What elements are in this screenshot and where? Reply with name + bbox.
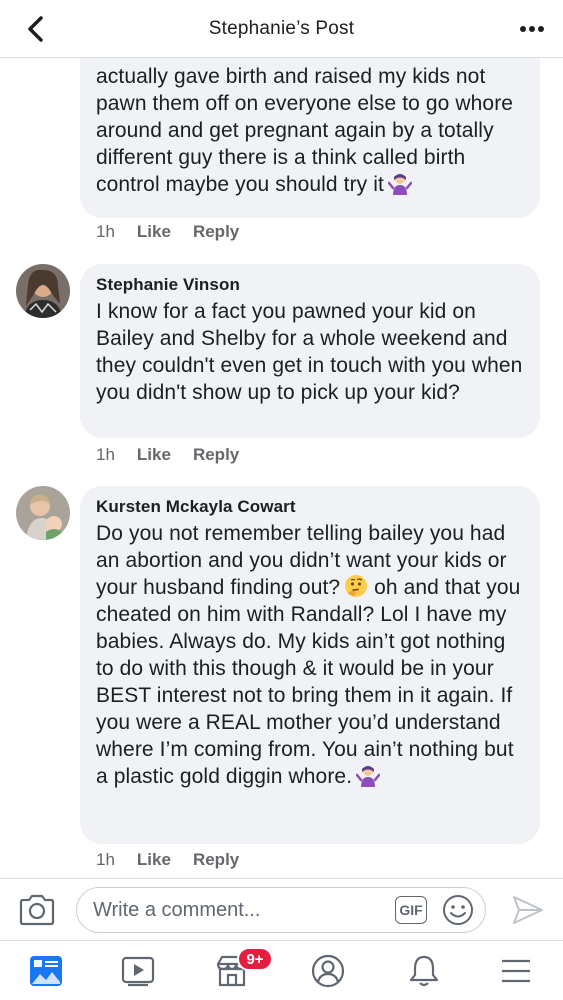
tab-news-feed[interactable] <box>26 951 66 991</box>
comment-timestamp: 1h <box>96 445 115 464</box>
camera-icon <box>19 894 55 926</box>
like-button[interactable]: Like <box>137 222 171 242</box>
person-shrugging-emoji <box>387 174 412 195</box>
reply-button[interactable]: Reply <box>193 850 239 870</box>
tab-watch[interactable] <box>118 951 158 991</box>
send-button[interactable] <box>511 893 545 927</box>
page-title: Stephanie’s Post <box>208 17 355 39</box>
avatar[interactable] <box>16 486 70 540</box>
comment-text: Do you not remember telling bailey you h… <box>96 522 521 788</box>
news-feed-icon <box>30 956 62 986</box>
comment-actions: 1h Like Reply <box>96 445 239 465</box>
comment-composer: GIF <box>0 878 563 940</box>
tab-profile[interactable] <box>308 951 348 991</box>
profile-icon <box>311 954 345 988</box>
comment-author[interactable]: Stephanie Vinson <box>96 274 524 296</box>
more-options-button[interactable] <box>515 12 549 46</box>
comment-bubble[interactable]: Stephanie Vinson I know for a fact you p… <box>80 264 540 438</box>
chevron-left-icon <box>28 16 43 42</box>
comment-author[interactable]: Kursten Mckayla Cowart <box>96 496 524 518</box>
comment-timestamp: 1h <box>96 850 115 869</box>
comments-list: actually gave birth and raised my kids n… <box>0 58 563 878</box>
tab-menu[interactable] <box>496 951 536 991</box>
comment-input[interactable] <box>93 898 383 922</box>
comment-timestamp: 1h <box>96 222 115 241</box>
reply-button[interactable]: Reply <box>193 445 239 465</box>
comment-actions: 1h Like Reply <box>96 222 239 242</box>
comment-text: actually gave birth and raised my kids n… <box>96 65 514 196</box>
like-button[interactable]: Like <box>137 850 171 870</box>
comment-input-box[interactable]: GIF <box>76 887 486 933</box>
smiley-icon <box>443 895 473 925</box>
top-bar: Stephanie’s Post <box>0 0 563 58</box>
bottom-tab-bar: 9+ <box>0 940 563 1000</box>
profile-photo <box>16 264 70 318</box>
like-button[interactable]: Like <box>137 445 171 465</box>
back-button[interactable] <box>18 12 52 46</box>
send-icon <box>513 896 543 924</box>
comment-bubble[interactable]: Kursten Mckayla Cowart Do you not rememb… <box>80 486 540 844</box>
notification-badge: 9+ <box>237 947 273 971</box>
bell-icon <box>409 955 439 987</box>
more-dots-icon <box>520 26 544 32</box>
hamburger-menu-icon <box>502 959 530 983</box>
camera-button[interactable] <box>18 893 56 927</box>
video-play-icon <box>121 956 155 987</box>
profile-photo <box>16 486 70 540</box>
comment-actions: 1h Like Reply <box>96 850 239 870</box>
comment-bubble[interactable]: actually gave birth and raised my kids n… <box>80 58 540 218</box>
person-shrugging-emoji <box>356 766 381 787</box>
tab-notifications[interactable] <box>404 951 444 991</box>
reply-button[interactable]: Reply <box>193 222 239 242</box>
avatar[interactable] <box>16 264 70 318</box>
emoji-button[interactable] <box>441 893 475 927</box>
thinking-face-emoji <box>345 575 368 597</box>
gif-button[interactable]: GIF <box>395 896 427 924</box>
comment-text: I know for a fact you pawned your kid on… <box>96 300 523 404</box>
